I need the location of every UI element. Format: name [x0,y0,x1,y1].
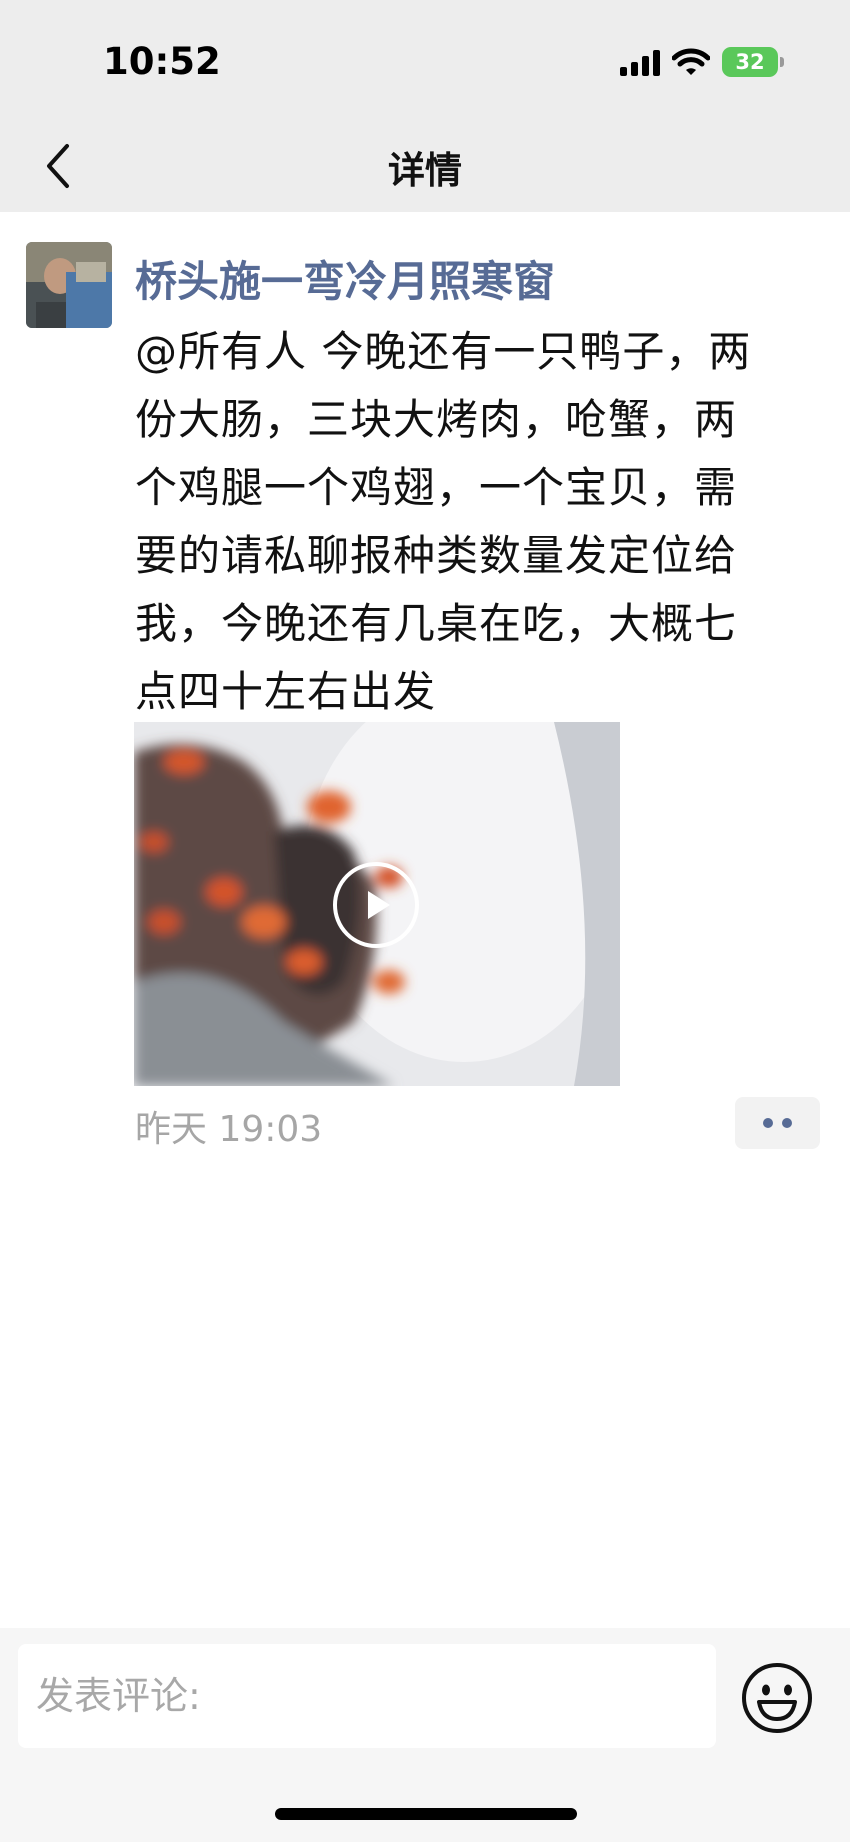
play-button[interactable] [333,862,419,948]
more-dots-icon [763,1118,773,1128]
battery-level: 32 [735,50,765,74]
status-time: 10:52 [103,40,221,83]
status-icons: 32 [620,44,784,80]
post-timestamp: 昨天 19:03 [135,1109,323,1150]
smiley-icon [742,1663,812,1733]
post-text-line: 要的请私聊报种类数量发定位给 [135,531,738,580]
wifi-icon [672,48,710,75]
more-dots-icon [782,1118,792,1128]
home-indicator [275,1808,577,1820]
post-text-line: 个鸡腿一个鸡翅，一个宝贝，需 [135,463,738,512]
video-thumbnail[interactable] [134,722,620,1086]
signal-icon [620,48,660,76]
post-text-line: @所有人 今晚还有一只鸭子，两 [135,327,752,376]
comment-input[interactable] [18,1644,716,1748]
post-text-line: 我，今晚还有几桌在吃，大概七 [135,599,738,648]
nav-bar: 详情 [0,120,850,212]
battery-charging-icon: 32 [722,47,784,77]
author-name[interactable]: 桥头施一弯冷月照寒窗 [135,248,555,309]
page-title: 详情 [388,149,462,192]
post-text: @所有人 今晚还有一只鸭子，两 份大肠，三块大烤肉，呛蟹，两 个鸡腿一个鸡翅，一… [135,318,825,726]
play-icon [368,891,390,919]
emoji-button[interactable] [740,1661,814,1735]
more-button[interactable] [735,1097,820,1149]
status-bar: 10:52 32 [0,0,850,120]
post-text-line: 份大肠，三块大烤肉，呛蟹，两 [135,395,738,444]
avatar[interactable] [26,242,112,328]
post-text-line: 点四十左右出发 [135,667,437,716]
